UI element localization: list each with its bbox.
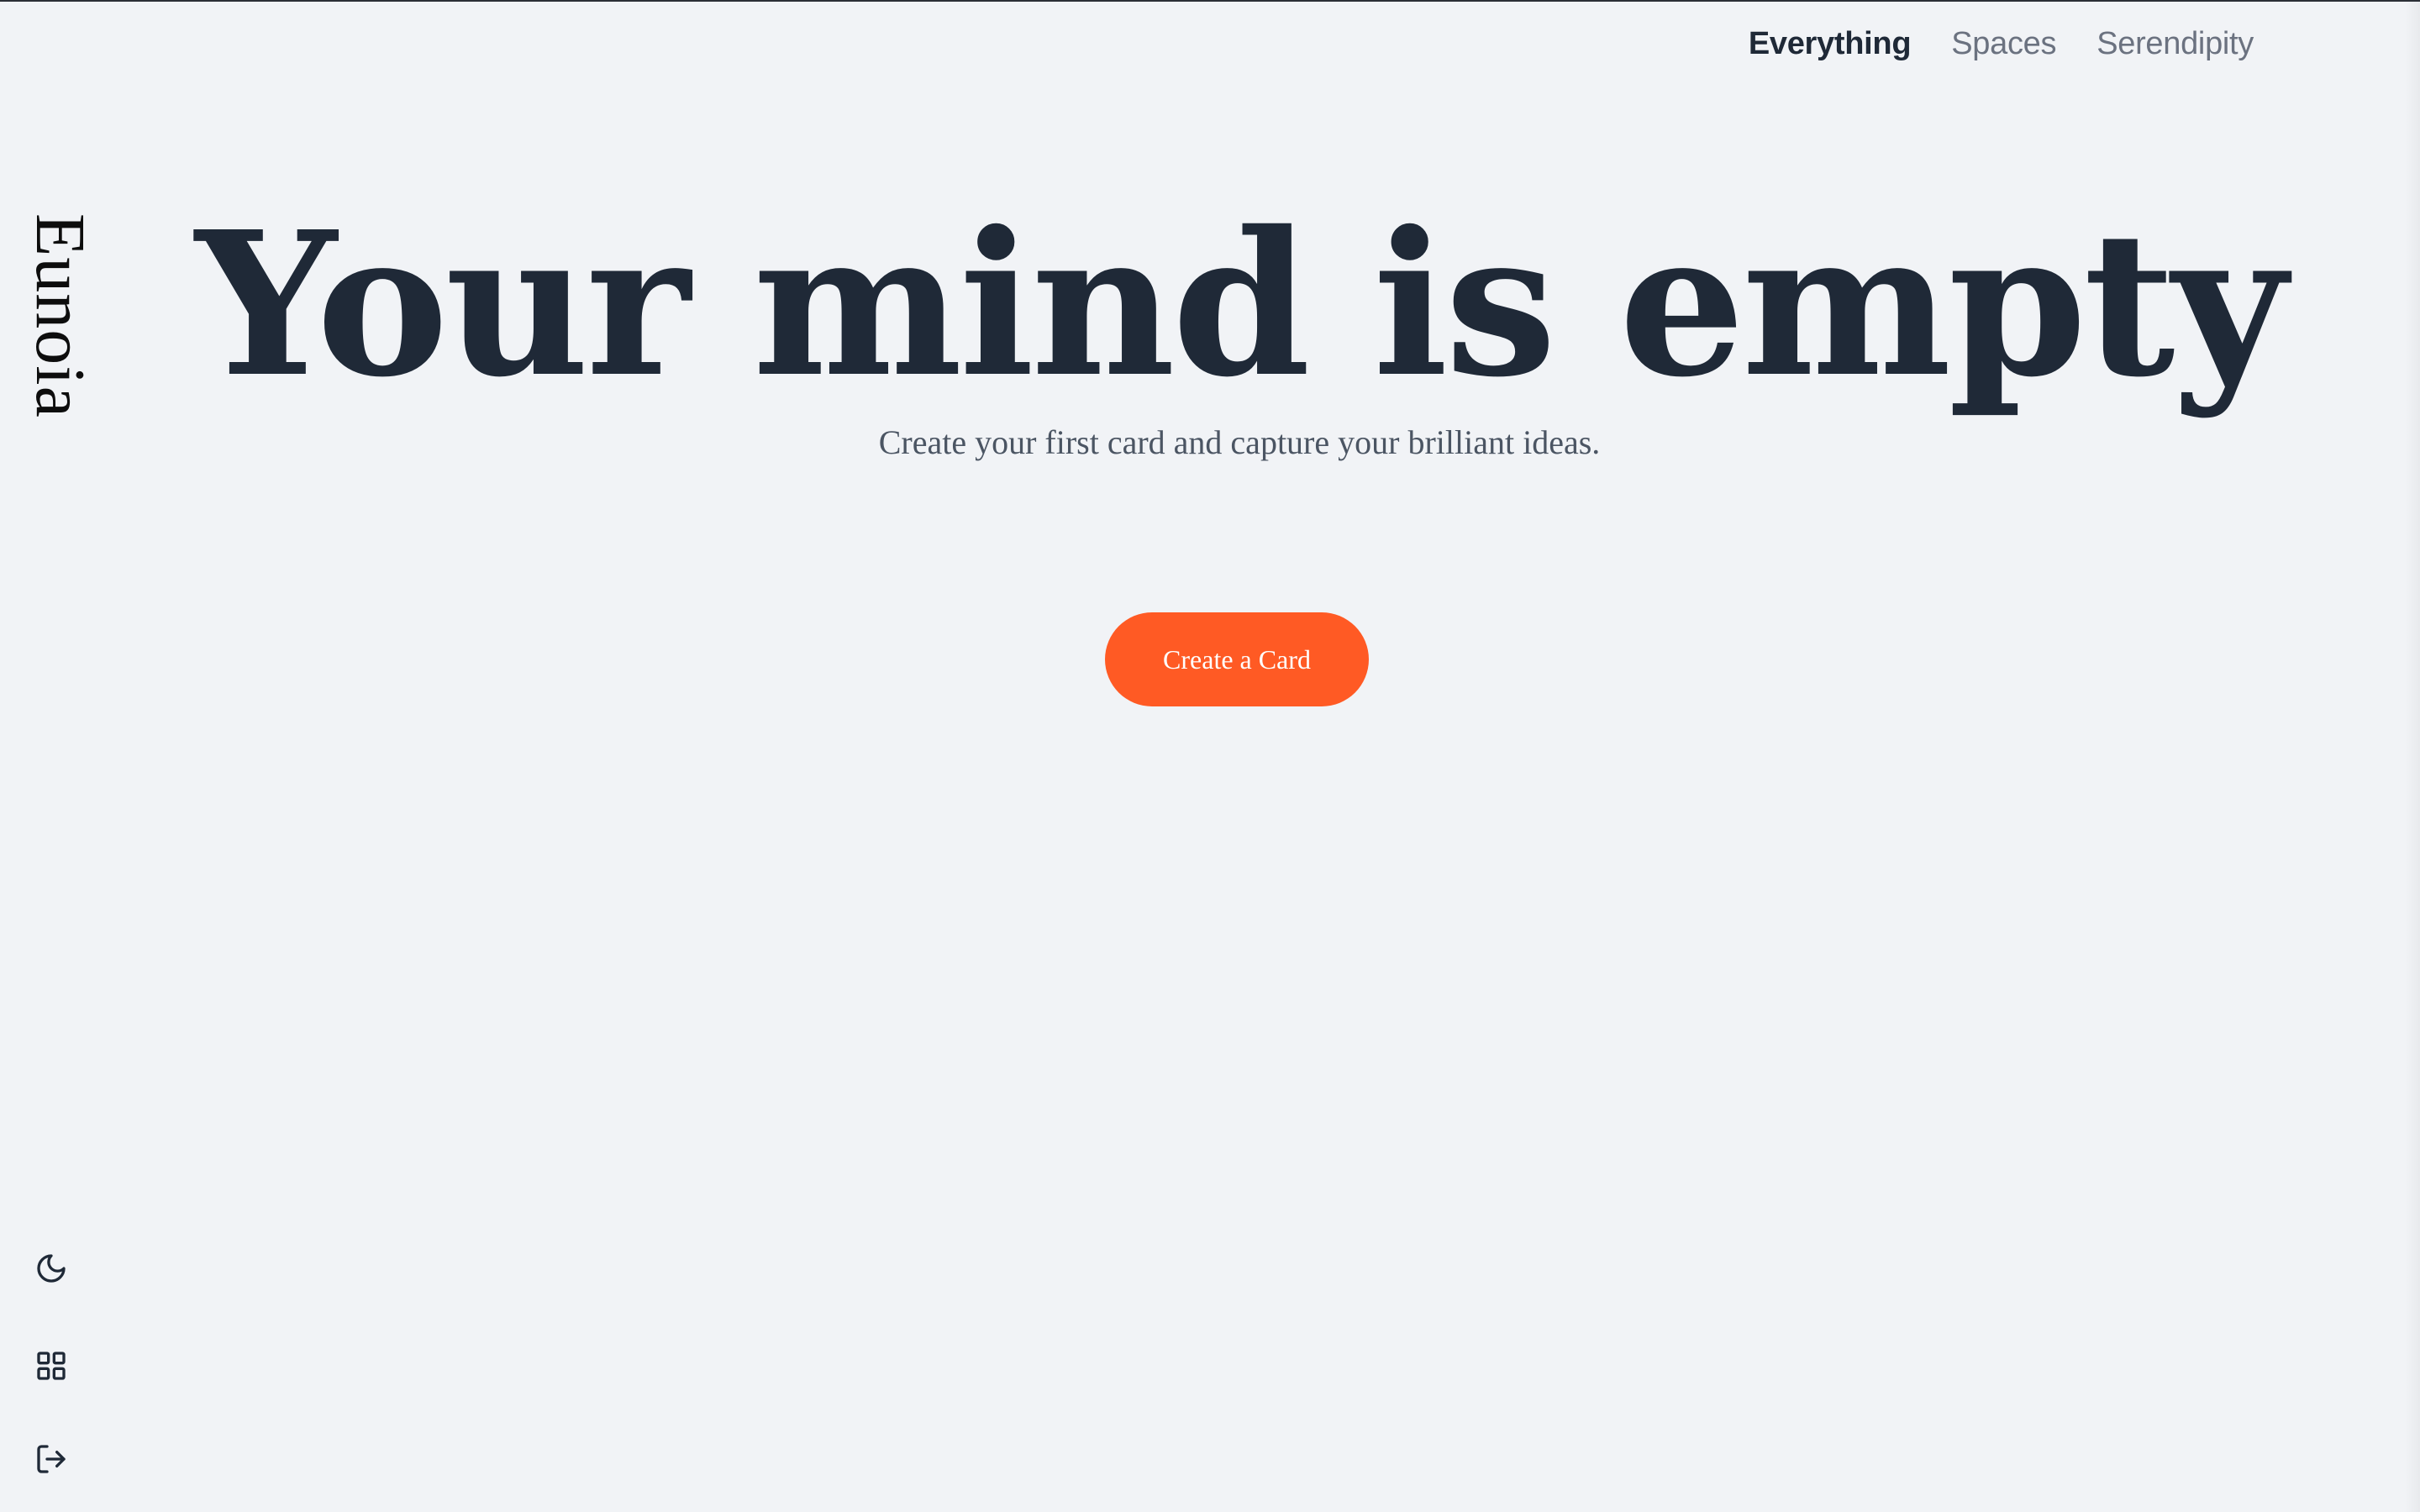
cta-container: Create a Card <box>0 612 2420 706</box>
top-nav: Everything Spaces Serendipity <box>1749 20 2254 67</box>
logout-button[interactable] <box>30 1438 72 1480</box>
logout-icon <box>37 1445 66 1473</box>
layout-toggle[interactable] <box>30 1345 72 1387</box>
nav-spaces[interactable]: Spaces <box>1951 20 2056 67</box>
moon-icon <box>37 1254 66 1283</box>
grid-icon <box>37 1352 66 1380</box>
dark-mode-toggle[interactable] <box>30 1247 72 1289</box>
create-card-button[interactable]: Create a Card <box>1105 612 1369 706</box>
nav-everything[interactable]: Everything <box>1749 20 1912 67</box>
empty-state-title: Your mind is empty <box>195 187 2286 421</box>
nav-serendipity[interactable]: Serendipity <box>2096 20 2254 67</box>
empty-state-subtitle: Create your first card and capture your … <box>878 423 1601 461</box>
empty-state: Your mind is empty Create your first car… <box>0 178 2420 461</box>
